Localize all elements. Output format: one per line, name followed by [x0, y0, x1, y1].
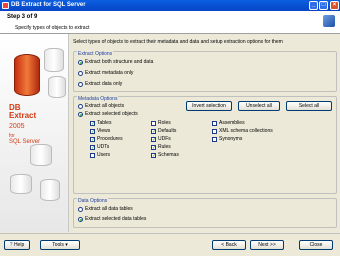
chevron-down-icon: ▾ [65, 242, 68, 248]
checkbox-udfs[interactable]: ✓ UDFs [151, 136, 171, 142]
wizard-icon [323, 15, 335, 27]
main-panel: Select types of objects to extract their… [70, 34, 340, 232]
radio-dot[interactable] [78, 59, 83, 65]
checkbox-users[interactable]: Users [90, 152, 110, 158]
help-button[interactable]: ? Help [4, 240, 30, 250]
checkbox-udts[interactable]: ✓ UDTs [90, 144, 109, 150]
metadata-options-group: Metadata Options Extract all objects Ext… [73, 96, 337, 194]
checkbox-schemas[interactable]: ✓ Schemas [151, 152, 179, 158]
radio-dot[interactable] [78, 111, 83, 117]
sidebar-banner: DB Extract 2005 for SQL Server [0, 34, 69, 232]
logo-text: DB Extract [9, 103, 37, 120]
tools-button[interactable]: Tools ▾ [40, 240, 80, 250]
checkbox-xml-schema-collections[interactable]: XML schema collections [212, 128, 273, 134]
group-title: Metadata Options [77, 96, 119, 102]
database-cylinder-icon [44, 48, 64, 72]
group-title: Extract Options [77, 51, 114, 57]
help-icon: ? [9, 242, 13, 248]
step-subtitle: Specify types of objects to extract [15, 25, 90, 31]
radio-structure-and-data[interactable]: Extract both structure and data [78, 59, 153, 65]
checkbox-procedures[interactable]: ✓ Procedures [90, 136, 123, 142]
wizard-header: Step 3 of 9 Specify types of objects to … [0, 11, 340, 34]
close-window-button[interactable]: × [330, 1, 339, 10]
radio-dot[interactable] [78, 70, 83, 76]
checkbox-synonyms[interactable]: Synonyms [212, 136, 242, 142]
radio-dot[interactable] [78, 216, 83, 222]
next-button[interactable]: Next >> [250, 240, 284, 250]
radio-data-only[interactable]: Extract data only [78, 81, 122, 87]
radio-all-data-tables[interactable]: Extract all data tables [78, 206, 133, 212]
product-logo-icon [14, 54, 40, 96]
intro-text: Select types of objects to extract their… [73, 39, 283, 45]
radio-all-objects[interactable]: Extract all objects [78, 103, 124, 109]
checkbox-tables[interactable]: ✓ Tables [90, 120, 111, 126]
database-cylinder-icon [48, 76, 66, 98]
radio-dot[interactable] [78, 206, 83, 212]
logo-product: SQL Server [9, 139, 41, 145]
radio-dot[interactable] [78, 81, 83, 87]
app-icon [2, 2, 9, 9]
step-title: Step 3 of 9 [7, 14, 38, 20]
database-cylinder-icon [40, 179, 60, 201]
group-title: Data Options [77, 198, 109, 204]
select-all-button[interactable]: Select all [286, 101, 332, 111]
checkbox-roles[interactable]: Roles [151, 120, 171, 126]
maximize-button[interactable]: □ [319, 1, 328, 10]
checkbox-views[interactable]: ✓ Views [90, 128, 110, 134]
invert-selection-button[interactable]: Invert selection [186, 101, 232, 111]
back-button[interactable]: < Back [212, 240, 246, 250]
database-cylinder-icon [30, 144, 52, 166]
checkbox-defaults[interactable]: ✓ Defaults [151, 128, 176, 134]
close-button[interactable]: Close [299, 240, 333, 250]
title-bar: DB Extract for SQL Server _ □ × [0, 0, 340, 11]
radio-metadata-only[interactable]: Extract metadata only [78, 70, 133, 76]
data-options-group: Data Options Extract all data tables Ext… [73, 198, 337, 228]
radio-selected-data-tables[interactable]: Extract selected data tables [78, 216, 146, 222]
extract-options-group: Extract Options Extract both structure a… [73, 51, 337, 92]
unselect-all-button[interactable]: Unselect all [238, 101, 280, 111]
checkbox-rules[interactable]: ✓ Rules [151, 144, 171, 150]
checkbox-assemblies[interactable]: Assemblies [212, 120, 245, 126]
logo-version: 2005 [9, 123, 25, 130]
database-cylinder-icon [10, 174, 32, 194]
radio-selected-objects[interactable]: Extract selected objects [78, 111, 138, 117]
window-title: DB Extract for SQL Server [11, 2, 86, 8]
minimize-button[interactable]: _ [309, 1, 318, 10]
wizard-footer: ? Help Tools ▾ < Back Next >> Close [0, 233, 340, 256]
radio-dot[interactable] [78, 103, 83, 109]
